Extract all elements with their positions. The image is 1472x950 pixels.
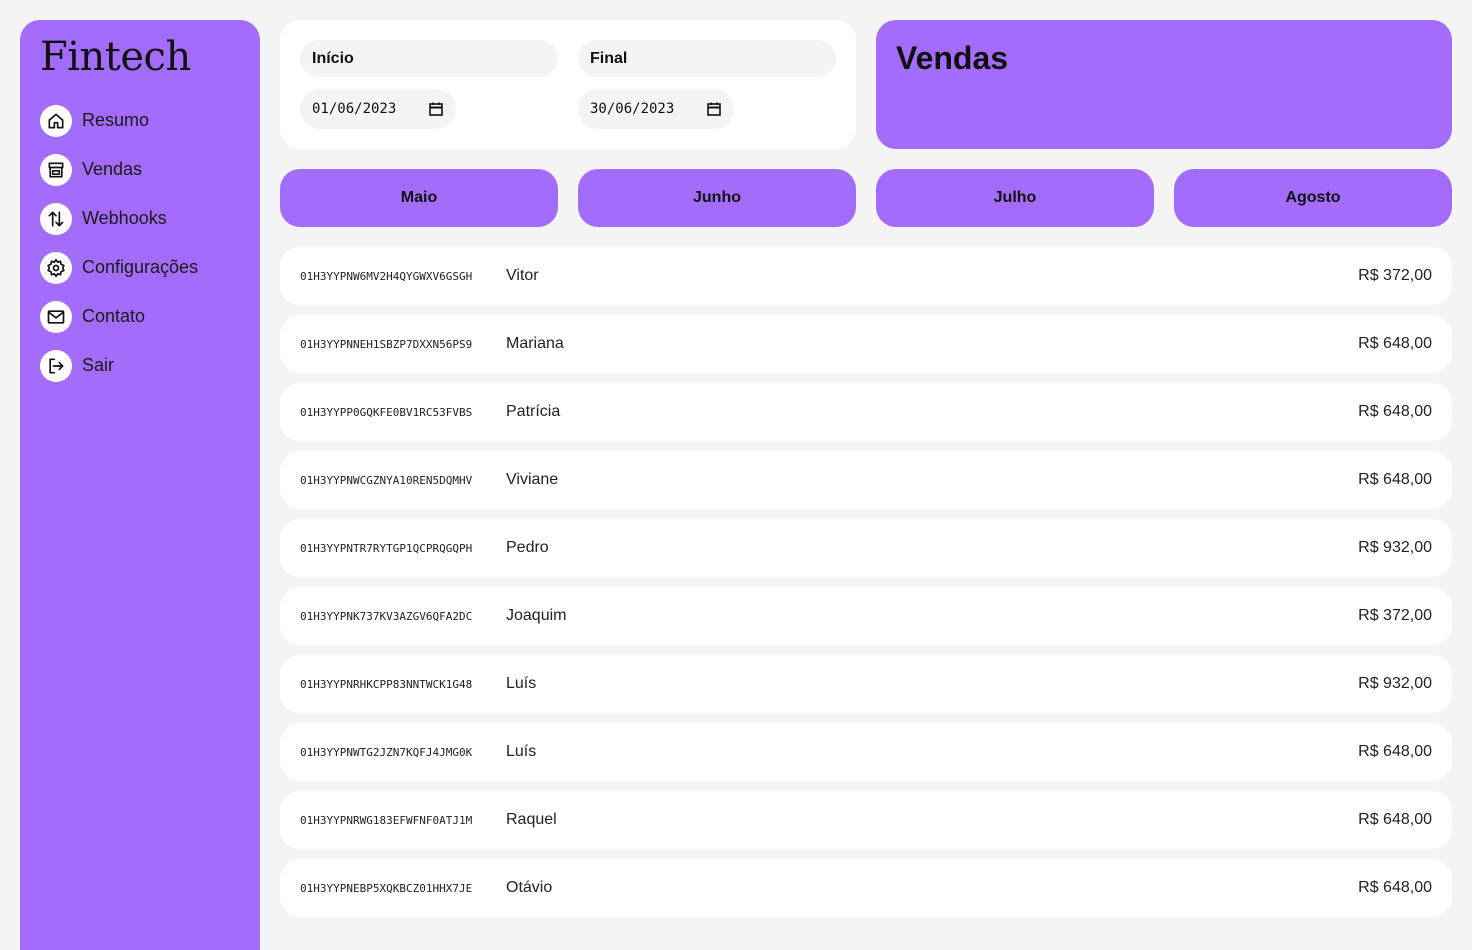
sidebar: Fintech Resumo Vendas Webhooks Configura… xyxy=(20,20,260,950)
sale-value: R$ 932,00 xyxy=(1358,675,1432,692)
store-icon xyxy=(40,153,72,186)
list-item[interactable]: 01H3YYPNW6MV2H4QYGWXV6GSGH Vitor R$ 372,… xyxy=(280,247,1452,305)
sale-name: Luís xyxy=(506,675,537,692)
sidebar-item-webhooks[interactable]: Webhooks xyxy=(40,202,240,235)
month-button-maio[interactable]: Maio xyxy=(280,169,558,227)
sale-name: Viviane xyxy=(506,471,559,488)
sale-name: Joaquim xyxy=(506,607,567,624)
start-date-label: Início xyxy=(300,40,558,77)
sale-value: R$ 372,00 xyxy=(1358,607,1432,624)
list-item[interactable]: 01H3YYPNWCGZNYA10REN5DQMHV Viviane R$ 64… xyxy=(280,451,1452,509)
sale-name: Otávio xyxy=(506,879,553,896)
sale-name: Raquel xyxy=(506,811,557,828)
sidebar-item-sair[interactable]: Sair xyxy=(40,349,240,382)
calendar-icon[interactable] xyxy=(706,101,722,117)
end-date-input[interactable]: 30/06/2023 xyxy=(578,89,734,129)
sales-list: 01H3YYPNW6MV2H4QYGWXV6GSGH Vitor R$ 372,… xyxy=(280,247,1452,927)
start-date-value: 01/06/2023 xyxy=(312,101,397,117)
sale-value: R$ 648,00 xyxy=(1358,335,1432,352)
sale-value: R$ 648,00 xyxy=(1358,879,1432,896)
gear-icon xyxy=(40,251,72,284)
list-item[interactable]: 01H3YYPNTR7RYTGP1QCPRQGQPH Pedro R$ 932,… xyxy=(280,519,1452,577)
sidebar-item-contato[interactable]: Contato xyxy=(40,300,240,333)
sidebar-item-label: Sair xyxy=(82,355,115,375)
sale-name: Patrícia xyxy=(506,403,561,420)
sale-id: 01H3YYPNK737KV3AZGV6QFA2DC xyxy=(300,609,473,623)
sale-value: R$ 648,00 xyxy=(1358,811,1432,828)
sale-value: R$ 648,00 xyxy=(1358,743,1432,760)
sale-id: 01H3YYPNRWG183EFWFNF0ATJ1M xyxy=(300,813,473,827)
sale-value: R$ 932,00 xyxy=(1358,539,1432,556)
sidebar-item-vendas[interactable]: Vendas xyxy=(40,153,240,186)
list-item[interactable]: 01H3YYPNRWG183EFWFNF0ATJ1M Raquel R$ 648… xyxy=(280,791,1452,849)
sidebar-item-label: Contato xyxy=(82,306,146,326)
sale-id: 01H3YYPNW6MV2H4QYGWXV6GSGH xyxy=(300,269,473,283)
month-button-agosto[interactable]: Agosto xyxy=(1174,169,1452,227)
sidebar-item-label: Webhooks xyxy=(82,208,167,228)
sale-id: 01H3YYPNRHKCPP83NNTWCK1G48 xyxy=(300,677,473,691)
month-button-julho[interactable]: Julho xyxy=(876,169,1154,227)
month-buttons: Maio Junho Julho Agosto xyxy=(280,169,1452,227)
sidebar-item-label: Resumo xyxy=(82,110,150,130)
sidebar-item-label: Configurações xyxy=(82,257,199,277)
sale-id: 01H3YYPP0GQKFE0BV1RC53FVBS xyxy=(300,405,473,419)
sale-name: Luís xyxy=(506,743,537,760)
sale-value: R$ 648,00 xyxy=(1358,471,1432,488)
title-card: Vendas xyxy=(876,20,1452,149)
end-date-group: Final 30/06/2023 xyxy=(578,40,836,129)
sale-id: 01H3YYPNTR7RYTGP1QCPRQGQPH xyxy=(300,541,473,555)
sale-id: 01H3YYPNWTG2JZN7KQFJ4JMG0K xyxy=(300,745,473,759)
end-date-value: 30/06/2023 xyxy=(590,101,675,117)
start-date-group: Início 01/06/2023 xyxy=(300,40,558,129)
sale-name: Vitor xyxy=(506,267,539,284)
list-item[interactable]: 01H3YYPNRHKCPP83NNTWCK1G48 Luís R$ 932,0… xyxy=(280,655,1452,713)
logo: Fintech xyxy=(40,34,191,80)
sale-id: 01H3YYPNNEH1SBZP7DXXN56PS9 xyxy=(300,337,473,351)
date-filter-card: Início 01/06/2023 Final 30/06/2023 xyxy=(280,20,856,149)
sale-name: Pedro xyxy=(506,539,549,556)
sidebar-item-configuracoes[interactable]: Configurações xyxy=(40,251,240,284)
page-title: Vendas xyxy=(896,40,1009,76)
month-button-junho[interactable]: Junho xyxy=(578,169,856,227)
list-item[interactable]: 01H3YYPNEBP5XQKBCZ01HHX7JE Otávio R$ 648… xyxy=(280,859,1452,917)
list-item[interactable]: 01H3YYPNK737KV3AZGV6QFA2DC Joaquim R$ 37… xyxy=(280,587,1452,645)
start-date-input[interactable]: 01/06/2023 xyxy=(300,89,456,129)
home-icon xyxy=(40,104,72,137)
logout-icon xyxy=(40,349,72,382)
sale-id: 01H3YYPNWCGZNYA10REN5DQMHV xyxy=(300,473,473,487)
sidebar-item-resumo[interactable]: Resumo xyxy=(40,104,240,137)
calendar-icon[interactable] xyxy=(428,101,444,117)
list-item[interactable]: 01H3YYPNNEH1SBZP7DXXN56PS9 Mariana R$ 64… xyxy=(280,315,1452,373)
end-date-label: Final xyxy=(578,40,836,77)
sale-id: 01H3YYPNEBP5XQKBCZ01HHX7JE xyxy=(300,881,473,895)
sale-name: Mariana xyxy=(506,335,564,352)
mail-icon xyxy=(40,300,72,333)
arrows-up-down-icon xyxy=(40,202,72,235)
list-item[interactable]: 01H3YYPP0GQKFE0BV1RC53FVBS Patrícia R$ 6… xyxy=(280,383,1452,441)
sidebar-item-label: Vendas xyxy=(82,159,143,179)
sale-value: R$ 372,00 xyxy=(1358,267,1432,284)
list-item[interactable]: 01H3YYPNWTG2JZN7KQFJ4JMG0K Luís R$ 648,0… xyxy=(280,723,1452,781)
sale-value: R$ 648,00 xyxy=(1358,403,1432,420)
